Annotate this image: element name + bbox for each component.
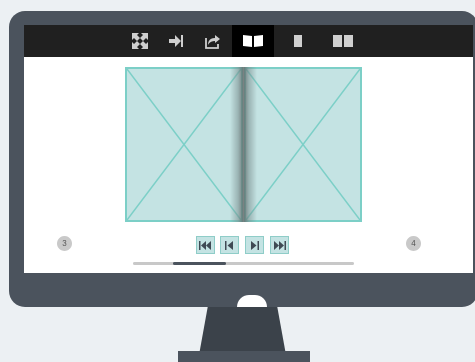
- monitor-stand: [199, 307, 286, 355]
- single-page-icon: [294, 35, 302, 47]
- image-placeholder-icon: [127, 69, 241, 220]
- viewer-toolbar: [24, 25, 473, 57]
- open-book-icon: [243, 35, 263, 47]
- share-icon: [205, 35, 220, 49]
- goto-page-icon: [169, 35, 183, 47]
- last-page-icon: [274, 240, 286, 250]
- previous-page-button[interactable]: [220, 236, 239, 254]
- left-page[interactable]: [125, 67, 243, 222]
- first-page-icon: [199, 240, 211, 250]
- fullscreen-icon: [132, 33, 148, 49]
- screen: 3 4: [24, 25, 473, 273]
- image-placeholder-icon: [246, 69, 360, 220]
- first-page-button[interactable]: [196, 236, 215, 254]
- last-page-button[interactable]: [270, 236, 289, 254]
- right-page[interactable]: [244, 67, 362, 222]
- monitor-base: [178, 351, 310, 362]
- double-page-icon: [333, 35, 353, 47]
- right-page-number: 4: [406, 236, 421, 251]
- progress-slider[interactable]: [133, 262, 354, 265]
- progress-slider-fill[interactable]: [173, 262, 226, 265]
- double-page-button[interactable]: [327, 25, 359, 57]
- previous-page-icon: [225, 240, 233, 250]
- stage: 3 4: [0, 0, 475, 362]
- next-page-icon: [251, 240, 259, 250]
- share-button[interactable]: [197, 25, 229, 57]
- goto-page-button[interactable]: [160, 25, 192, 57]
- book-spread: [125, 67, 362, 222]
- next-page-button[interactable]: [245, 236, 264, 254]
- single-page-button[interactable]: [282, 25, 314, 57]
- book-spine: [230, 67, 257, 222]
- book-view-button[interactable]: [232, 25, 274, 57]
- fullscreen-button[interactable]: [124, 25, 156, 57]
- left-page-number: 3: [57, 236, 72, 251]
- camera-icon: [237, 295, 267, 307]
